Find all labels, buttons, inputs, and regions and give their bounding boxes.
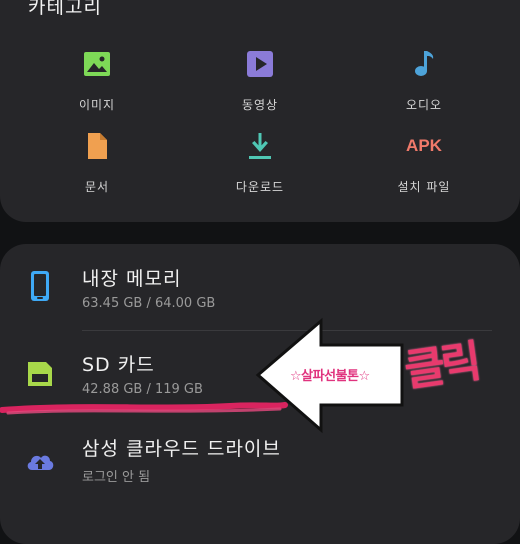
- storage-status: 로그인 안 됨: [82, 470, 151, 485]
- category-label: 이미지: [78, 98, 116, 112]
- storage-usage: 63.45 GB / 64.00 GB: [82, 296, 216, 311]
- category-label: 다운로드: [235, 180, 285, 194]
- storage-title: 내장 메모리: [82, 268, 182, 290]
- storage-title: SD 카드: [82, 354, 155, 376]
- storage-internal-memory[interactable]: 내장 메모리 63.45 GB / 64.00 GB: [0, 256, 520, 336]
- video-icon: [247, 51, 273, 77]
- music-note-icon: [415, 51, 434, 76]
- annotation-click-text: 클릭: [401, 336, 481, 397]
- category-label: 오디오: [405, 98, 443, 112]
- document-icon: [88, 133, 107, 159]
- download-icon: [249, 133, 271, 159]
- cloud-upload-icon: [27, 455, 54, 470]
- sd-card-icon: [28, 362, 52, 386]
- storage-title: 삼성 클라우드 드라이브: [82, 438, 281, 460]
- storage-samsung-cloud[interactable]: 삼성 클라우드 드라이브 로그인 안 됨: [0, 424, 520, 504]
- phone-icon: [31, 271, 49, 301]
- image-icon: [84, 52, 110, 76]
- storage-usage: 42.88 GB / 119 GB: [82, 382, 203, 397]
- annotation-label: ☆살파선불톤☆: [290, 369, 370, 384]
- categories-title: 카테고리: [28, 0, 102, 18]
- categories-card: 카테고리 이미지 동영상 오디오 문서 다운로드 APK 설치 파일: [0, 0, 520, 222]
- category-label: 동영상: [241, 98, 279, 112]
- category-label: 설치 파일: [397, 180, 451, 194]
- category-label: 문서: [84, 180, 110, 194]
- apk-icon: APK: [406, 136, 442, 155]
